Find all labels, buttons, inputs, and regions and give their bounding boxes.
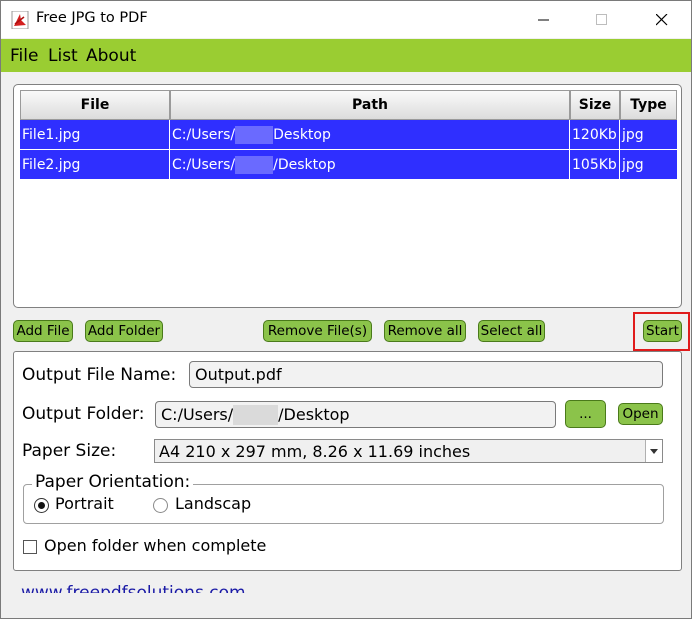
- output-folder-input[interactable]: C:/Users/ /Desktop: [155, 401, 556, 428]
- minimize-button[interactable]: [521, 1, 567, 38]
- path-cell: C:/Users/Desktop: [170, 120, 570, 149]
- open-folder-button[interactable]: Open: [618, 403, 663, 425]
- paper-size-value: A4 210 x 297 mm, 8.26 x 11.69 inches: [159, 441, 471, 461]
- folder-suffix: /Desktop: [278, 405, 350, 424]
- chevron-down-icon[interactable]: [645, 440, 662, 462]
- orientation-label: Paper Orientation:: [32, 472, 194, 492]
- paper-size-select[interactable]: A4 210 x 297 mm, 8.26 x 11.69 inches: [154, 439, 663, 463]
- maximize-icon: [596, 13, 607, 25]
- folder-prefix: C:/Users/: [161, 405, 234, 424]
- redacted-username: [235, 155, 274, 174]
- path-prefix: C:/Users/: [172, 156, 236, 173]
- remove-all-button[interactable]: Remove all: [384, 320, 466, 342]
- size-cell: 120Kb: [570, 120, 620, 149]
- landscape-radio[interactable]: [153, 498, 168, 513]
- file-list[interactable]: File Path Size Type File1.jpg C:/Users/D…: [13, 84, 682, 308]
- column-header-file[interactable]: File: [20, 90, 170, 120]
- paper-size-label: Paper Size:: [22, 441, 117, 461]
- add-folder-button[interactable]: Add Folder: [85, 320, 163, 342]
- add-file-button[interactable]: Add File: [13, 320, 73, 342]
- remove-files-button[interactable]: Remove File(s): [263, 320, 372, 342]
- landscape-label[interactable]: Landscap: [175, 494, 251, 513]
- title-bar: Free JPG to PDF: [1, 1, 691, 38]
- column-header-type[interactable]: Type: [620, 90, 677, 120]
- path-cell: C:/Users/ /Desktop: [170, 150, 570, 179]
- website-link[interactable]: www.freepdfsolutions.com: [21, 583, 246, 593]
- app-window: Free JPG to PDF File List About File Pat…: [0, 0, 692, 619]
- path-suffix: Desktop: [273, 126, 331, 143]
- file-name-cell: File2.jpg: [20, 150, 170, 179]
- menu-file[interactable]: File: [10, 46, 38, 66]
- type-cell: jpg: [620, 120, 677, 149]
- column-header-size[interactable]: Size: [570, 90, 620, 120]
- browse-folder-button[interactable]: ...: [565, 400, 606, 428]
- output-file-name-label: Output File Name:: [22, 365, 177, 385]
- path-suffix: /Desktop: [273, 156, 336, 173]
- menu-list[interactable]: List: [48, 46, 78, 66]
- size-cell: 105Kb: [570, 150, 620, 179]
- table-row[interactable]: File1.jpg C:/Users/Desktop 120Kb jpg: [20, 120, 677, 150]
- maximize-button[interactable]: [579, 1, 625, 38]
- output-file-name-input[interactable]: Output.pdf: [189, 361, 663, 388]
- close-icon: [656, 13, 668, 25]
- type-cell: jpg: [620, 150, 677, 179]
- minimize-icon: [538, 19, 549, 20]
- close-button[interactable]: [639, 1, 685, 38]
- path-prefix: C:/Users/: [172, 126, 236, 143]
- menu-bar: File List About: [1, 39, 691, 72]
- output-folder-label: Output Folder:: [22, 404, 145, 424]
- window-title: Free JPG to PDF: [36, 10, 148, 26]
- redacted-username: [233, 404, 279, 425]
- open-folder-checkbox[interactable]: [23, 540, 37, 554]
- portrait-radio[interactable]: [34, 498, 49, 513]
- portrait-label[interactable]: Portrait: [55, 494, 114, 513]
- start-button-highlight: [633, 312, 690, 351]
- table-row[interactable]: File2.jpg C:/Users/ /Desktop 105Kb jpg: [20, 150, 677, 180]
- select-all-button[interactable]: Select all: [478, 320, 545, 342]
- menu-about[interactable]: About: [86, 46, 136, 66]
- column-header-path[interactable]: Path: [170, 90, 570, 120]
- file-name-cell: File1.jpg: [20, 120, 170, 149]
- settings-panel: Output File Name: Output.pdf Output Fold…: [13, 351, 682, 571]
- open-folder-checkbox-label[interactable]: Open folder when complete: [44, 536, 266, 555]
- orientation-group: Paper Orientation: Portrait Landscap: [23, 472, 664, 524]
- app-pdf-icon: [11, 11, 29, 29]
- redacted-username: [235, 125, 274, 144]
